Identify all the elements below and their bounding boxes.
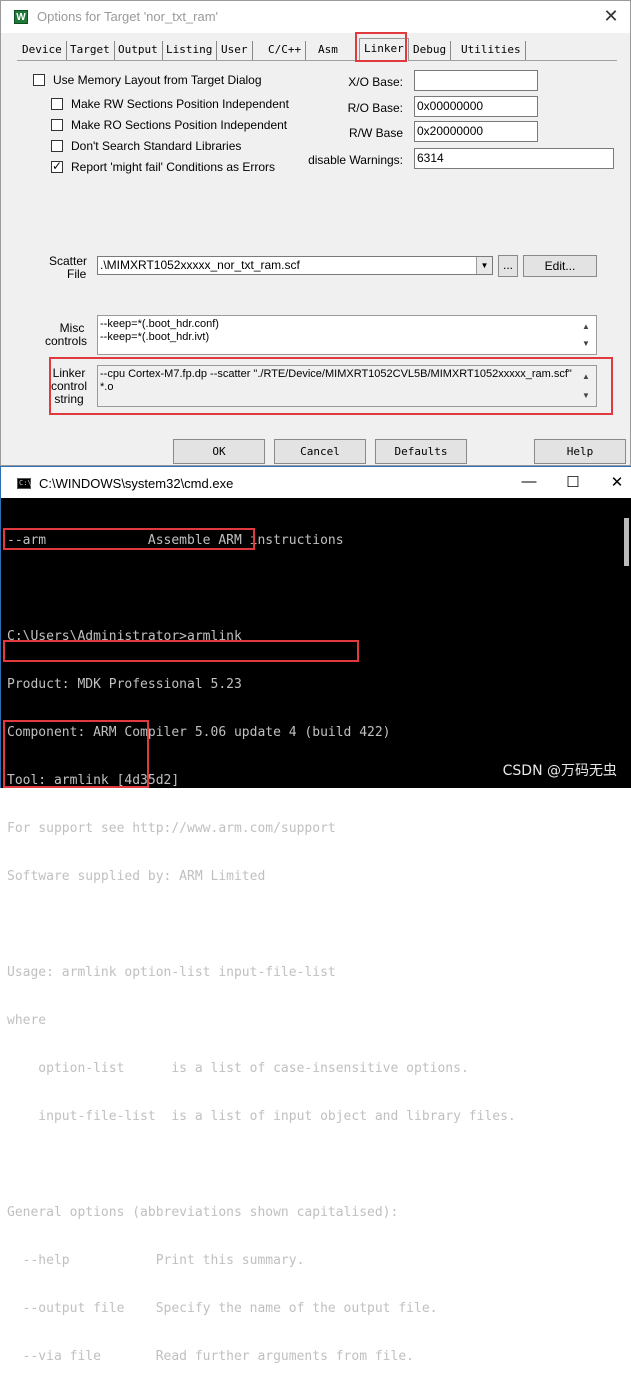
scatter-label-line2: File: [67, 267, 87, 281]
disable-warnings-input[interactable]: 6314: [414, 148, 614, 169]
cancel-button[interactable]: Cancel: [274, 439, 366, 464]
scroll-up-icon[interactable]: ▲: [582, 320, 590, 333]
browse-scatter-button[interactable]: ...: [498, 255, 518, 277]
checkbox-box[interactable]: [51, 98, 63, 110]
cmd-app-icon: C:\: [17, 478, 32, 489]
scroll-down-icon[interactable]: ▼: [582, 389, 590, 402]
help-button[interactable]: Help: [534, 439, 626, 464]
ro-base-input[interactable]: 0x00000000: [414, 96, 538, 117]
checkbox-label: Report 'might fail' Conditions as Errors: [71, 160, 275, 174]
console-line: --output file Specify the name of the ou…: [7, 1301, 438, 1316]
checkbox-box-checked[interactable]: [51, 159, 63, 173]
options-dialog: W Options for Target 'nor_txt_ram' ✕ Dev…: [0, 0, 631, 466]
linker-control-string-label: Linker control string: [51, 367, 87, 406]
report-might-fail-checkbox[interactable]: Report 'might fail' Conditions as Errors: [51, 159, 275, 175]
cmd-titlebar: C:\ C:\WINDOWS\system32\cmd.exe — ☐ ✕: [1, 466, 631, 498]
rw-base-label: R/W Base: [348, 126, 403, 140]
console-line: --help Print this summary.: [7, 1253, 305, 1268]
misc-line: --keep=*(.boot_hdr.conf): [100, 318, 219, 330]
tab-panel-border: [17, 60, 617, 61]
console-line: Product: MDK Professional 5.23: [7, 677, 242, 692]
checkbox-box[interactable]: [51, 119, 63, 131]
console-line: Software supplied by: ARM Limited: [7, 869, 266, 884]
console-line: General options (abbreviations shown cap…: [7, 1205, 399, 1220]
cmd-window: C:\ C:\WINDOWS\system32\cmd.exe — ☐ ✕ --…: [0, 466, 631, 1364]
cmd-scrollbar[interactable]: [621, 498, 631, 788]
misc-line: --keep=*(.boot_hdr.ivt): [100, 331, 210, 343]
console-line: input-file-list is a list of input objec…: [7, 1109, 516, 1124]
console-line: Usage: armlink option-list input-file-li…: [7, 965, 336, 980]
tab-asm[interactable]: Asm: [314, 41, 342, 60]
checkbox-label: Don't Search Standard Libraries: [71, 139, 242, 153]
console-line: --via file Read further arguments from f…: [7, 1349, 414, 1364]
misc-label-line2: controls: [44, 334, 88, 348]
tab-debug[interactable]: Debug: [409, 41, 452, 60]
linker-control-scrollbar[interactable]: ▲ ▼: [582, 368, 594, 404]
checkbox-box[interactable]: [51, 140, 63, 152]
tab-utilities[interactable]: Utilities: [457, 41, 526, 60]
maximize-icon[interactable]: ☐: [561, 473, 585, 491]
close-icon[interactable]: ✕: [605, 473, 629, 491]
scroll-down-icon[interactable]: ▼: [582, 337, 590, 350]
linker-control-string-box: --cpu Cortex-M7.fp.dp --scatter "./RTE/D…: [97, 365, 597, 407]
xo-base-label: X/O Base:: [348, 75, 403, 89]
rw-base-input[interactable]: 0x20000000: [414, 121, 538, 142]
tab-user[interactable]: User: [217, 41, 253, 60]
linker-label-line3: string: [54, 392, 84, 406]
rw-position-independent-checkbox[interactable]: Make RW Sections Position Independent: [51, 96, 289, 112]
xo-base-input[interactable]: [414, 70, 538, 91]
console-line: For support see http://www.arm.com/suppo…: [7, 821, 336, 836]
scatter-file-value: .\MIMXRT1052xxxxx_nor_txt_ram.scf: [100, 258, 300, 272]
ok-button[interactable]: OK: [173, 439, 265, 464]
checkbox-label: Make RO Sections Position Independent: [71, 118, 288, 132]
defaults-button[interactable]: Defaults: [375, 439, 467, 464]
tab-output[interactable]: Output: [114, 41, 163, 60]
use-memory-layout-checkbox[interactable]: Use Memory Layout from Target Dialog: [33, 72, 262, 88]
tab-linker[interactable]: Linker: [359, 38, 409, 61]
scatter-file-label: Scatter File: [49, 255, 87, 281]
minimize-icon[interactable]: —: [517, 473, 541, 490]
checkbox-box[interactable]: [33, 74, 45, 86]
keil-app-icon: W: [14, 10, 28, 24]
tab-c-cpp[interactable]: C/C++: [264, 41, 307, 60]
tab-listing[interactable]: Listing: [162, 41, 218, 60]
close-icon[interactable]: ✕: [600, 5, 622, 27]
console-line: where: [7, 1013, 47, 1028]
misc-controls-textarea[interactable]: --keep=*(.boot_hdr.conf) --keep=*(.boot_…: [97, 315, 597, 355]
dont-search-std-libs-checkbox[interactable]: Don't Search Standard Libraries: [51, 138, 241, 154]
edit-scatter-button[interactable]: Edit...: [523, 255, 597, 277]
cmd-title: C:\WINDOWS\system32\cmd.exe: [39, 476, 234, 491]
scatter-file-combo[interactable]: .\MIMXRT1052xxxxx_nor_txt_ram.scf ▼: [97, 256, 493, 275]
ro-position-independent-checkbox[interactable]: Make RO Sections Position Independent: [51, 117, 287, 133]
csdn-watermark: CSDN @万码无虫: [502, 763, 617, 779]
console-line: --arm Assemble ARM instructions: [7, 533, 344, 548]
checkbox-label: Use Memory Layout from Target Dialog: [53, 73, 262, 87]
misc-controls-label: Misc controls: [41, 322, 91, 348]
linker-control-line: *.o: [100, 381, 114, 393]
tab-device[interactable]: Device: [18, 41, 67, 60]
disable-warnings-label: disable Warnings:: [308, 153, 403, 167]
chevron-down-icon[interactable]: ▼: [476, 257, 492, 274]
dialog-titlebar: W Options for Target 'nor_txt_ram' ✕: [1, 1, 630, 33]
console-line: option-list is a list of case-insensitiv…: [7, 1061, 469, 1076]
checkbox-label: Make RW Sections Position Independent: [71, 97, 289, 111]
tab-target[interactable]: Target: [66, 41, 115, 60]
scroll-up-icon[interactable]: ▲: [582, 370, 590, 383]
scrollbar-thumb[interactable]: [624, 518, 629, 566]
linker-control-line: --cpu Cortex-M7.fp.dp --scatter "./RTE/D…: [100, 368, 572, 380]
ro-base-label: R/O Base:: [347, 101, 403, 115]
console-line: Component: ARM Compiler 5.06 update 4 (b…: [7, 725, 391, 740]
misc-scrollbar[interactable]: ▲ ▼: [582, 318, 594, 352]
cmd-output[interactable]: --arm Assemble ARM instructions C:\Users…: [7, 501, 622, 1397]
console-line: C:\Users\Administrator>armlink: [7, 629, 242, 644]
dialog-title: Options for Target 'nor_txt_ram': [37, 9, 219, 24]
